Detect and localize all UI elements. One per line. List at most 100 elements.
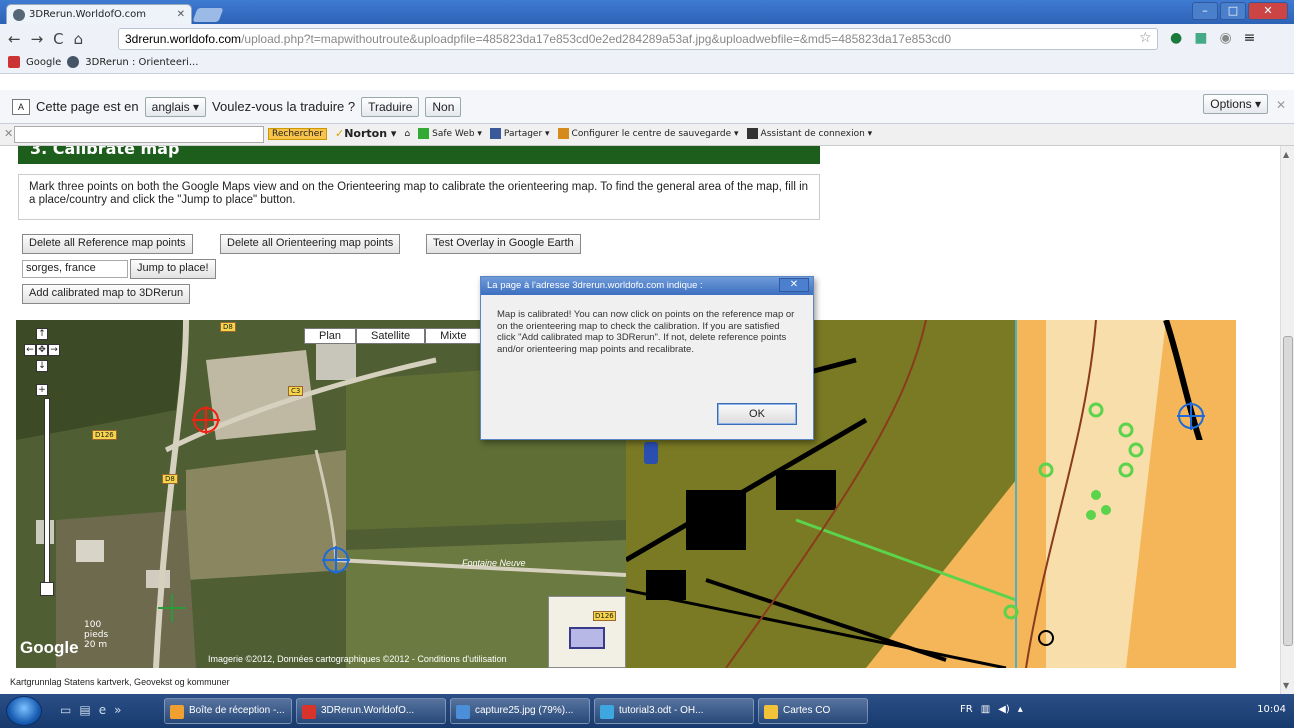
norton-logo[interactable]: ✓Norton ▾ (335, 127, 396, 140)
extension-icon[interactable]: ● (1170, 30, 1182, 46)
browser-toolbar: ← → C ⌂ 3drerun.worldofo.com/upload.php?… (0, 24, 1294, 74)
taskbar-item-mail[interactable]: Boîte de réception -... (164, 698, 292, 724)
pan-up-icon[interactable]: ↑ (36, 328, 48, 340)
pan-right-icon[interactable]: → (48, 344, 60, 356)
taskbar-item-browser[interactable]: 3DRerun.WorldofO... (296, 698, 446, 724)
overview-viewport[interactable] (569, 627, 605, 649)
norton-safeweb[interactable]: Safe Web ▾ (418, 128, 482, 139)
tray-arrow-icon[interactable]: ▴ (1018, 704, 1023, 715)
place-input[interactable]: sorges, france (22, 260, 128, 278)
place-label: Fontaine Neuve (462, 558, 526, 568)
map-type-mixte[interactable]: Mixte (425, 328, 482, 344)
bookmark-star-icon[interactable]: ☆ (1139, 30, 1152, 46)
reload-icon[interactable]: C (53, 30, 63, 48)
clock[interactable]: 10:04 (1257, 704, 1286, 715)
taskbar-item-image[interactable]: capture25.jpg (79%)... (450, 698, 590, 724)
map-copyright: Imagerie ©2012, Données cartographiques … (208, 654, 507, 664)
dialog-close-button[interactable]: ✕ (779, 278, 809, 292)
language-select[interactable]: anglais ▾ (144, 96, 207, 117)
map-type-satellite[interactable]: Satellite (356, 328, 426, 344)
maximize-button[interactable]: □ (1220, 2, 1246, 20)
show-desktop-icon[interactable]: ▭ (60, 703, 71, 717)
close-norton-icon[interactable]: ✕ (4, 127, 13, 140)
network-icon[interactable]: ▥ (981, 704, 990, 715)
scale-top: 100 (84, 620, 102, 630)
extension-icons: ● ■ ◉ ≡ (1170, 30, 1255, 46)
dialog-ok-button[interactable]: OK (717, 403, 797, 425)
start-button[interactable] (6, 696, 42, 726)
close-translate-icon[interactable]: ✕ (1276, 98, 1286, 112)
menu-icon[interactable]: ≡ (1244, 30, 1256, 46)
norton-share[interactable]: Partager ▾ (489, 128, 550, 139)
taskbar-item-folder[interactable]: Cartes CO (758, 698, 868, 724)
scroll-down-icon[interactable]: ▼ (1283, 681, 1289, 690)
pan-down-icon[interactable]: ↓ (36, 360, 48, 372)
bookmark-google[interactable]: Google (26, 57, 61, 68)
scale-bottom: 20 m (84, 640, 108, 650)
page-heading: 3. Calibrate map (18, 146, 820, 164)
home-icon[interactable]: ⌂ (404, 129, 410, 139)
login-assistant-label: Assistant de connexion (760, 129, 865, 139)
dialog-title-bar: La page à l'adresse 3drerun.worldofo.com… (481, 277, 813, 295)
extension-icon[interactable]: ■ (1194, 30, 1207, 46)
close-tab-icon[interactable]: ✕ (177, 9, 185, 20)
zoom-slider-track[interactable] (44, 398, 50, 588)
zoom-in-icon[interactable]: + (36, 384, 48, 396)
delete-orienteering-points-button[interactable]: Delete all Orienteering map points (220, 234, 401, 254)
norton-search-input[interactable] (14, 126, 264, 143)
zoom-slider-thumb[interactable] (40, 582, 54, 596)
forward-icon[interactable]: → (31, 30, 44, 48)
ie-icon[interactable]: e (99, 703, 106, 717)
overview-map[interactable]: D126 (548, 596, 626, 668)
close-window-button[interactable]: ✕ (1248, 2, 1288, 20)
scale-unit: pieds (84, 630, 109, 640)
home-icon[interactable]: ⌂ (74, 30, 84, 48)
explorer-icon[interactable]: ▤ (79, 703, 90, 717)
window-controls: – □ ✕ (1192, 2, 1288, 20)
no-button[interactable]: Non (425, 96, 462, 117)
road-tag: D8 (220, 322, 236, 332)
volume-icon[interactable]: ◀) (998, 704, 1010, 715)
more-icon[interactable]: » (114, 703, 121, 717)
map-type-buttons: Plan Satellite Mixte (304, 328, 482, 344)
options-button[interactable]: Options ▾ (1203, 94, 1268, 114)
delete-reference-points-button[interactable]: Delete all Reference map points (22, 234, 193, 254)
map-type-plan[interactable]: Plan (304, 328, 357, 344)
options-label: Options (1210, 97, 1252, 111)
scroll-up-icon[interactable]: ▲ (1283, 150, 1289, 159)
test-overlay-button[interactable]: Test Overlay in Google Earth (426, 234, 581, 254)
translate-icon: A (12, 98, 30, 115)
back-icon[interactable]: ← (8, 30, 21, 48)
jump-to-place-button[interactable]: Jump to place! (130, 259, 216, 279)
dialog-message: Map is calibrated! You can now click on … (497, 309, 795, 355)
address-bar[interactable]: 3drerun.worldofo.com/upload.php?t=mapwit… (118, 28, 1158, 50)
add-calibrated-map-button[interactable]: Add calibrated map to 3DRerun (22, 284, 191, 304)
vertical-scrollbar[interactable]: ▲ ▼ (1280, 146, 1294, 694)
norton-login-assistant[interactable]: Assistant de connexion ▾ (746, 128, 872, 139)
bookmark-3drerun[interactable]: 3DRerun : Orienteeri... (85, 57, 198, 68)
globe-icon (67, 56, 80, 68)
pan-center-icon[interactable]: ✥ (36, 344, 48, 356)
norton-search-button[interactable]: Rechercher (268, 127, 327, 140)
alert-dialog: La page à l'adresse 3drerun.worldofo.com… (480, 276, 814, 440)
norton-backup[interactable]: Configurer le centre de sauvegarde ▾ (557, 128, 739, 139)
browser-tabstrip: 3DRerun.WorldofO.com ✕ – □ ✕ (0, 0, 1294, 24)
new-tab-button[interactable] (192, 8, 224, 22)
identity-icon (746, 128, 758, 139)
google-bookmark-icon (8, 56, 20, 68)
pan-left-icon[interactable]: ← (24, 344, 36, 356)
url-host: 3drerun.worldofo.com (125, 32, 242, 46)
tab-3drerun[interactable]: 3DRerun.WorldofO.com ✕ (6, 4, 192, 24)
safeweb-label: Safe Web (432, 129, 475, 139)
share-label: Partager (503, 129, 543, 139)
translate-question: Voulez-vous la traduire ? (212, 99, 356, 114)
translate-button[interactable]: Traduire (361, 96, 420, 117)
language-indicator[interactable]: FR (960, 704, 973, 715)
instructions-text: Mark three points on both the Google Map… (18, 174, 820, 220)
nav-buttons: ← → C ⌂ (8, 30, 83, 48)
extension-icon[interactable]: ◉ (1219, 30, 1231, 46)
road-tag: C3 (288, 386, 304, 396)
minimize-button[interactable]: – (1192, 2, 1218, 20)
scroll-thumb[interactable] (1283, 336, 1293, 646)
taskbar-item-document[interactable]: tutorial3.odt - OH... (594, 698, 754, 724)
